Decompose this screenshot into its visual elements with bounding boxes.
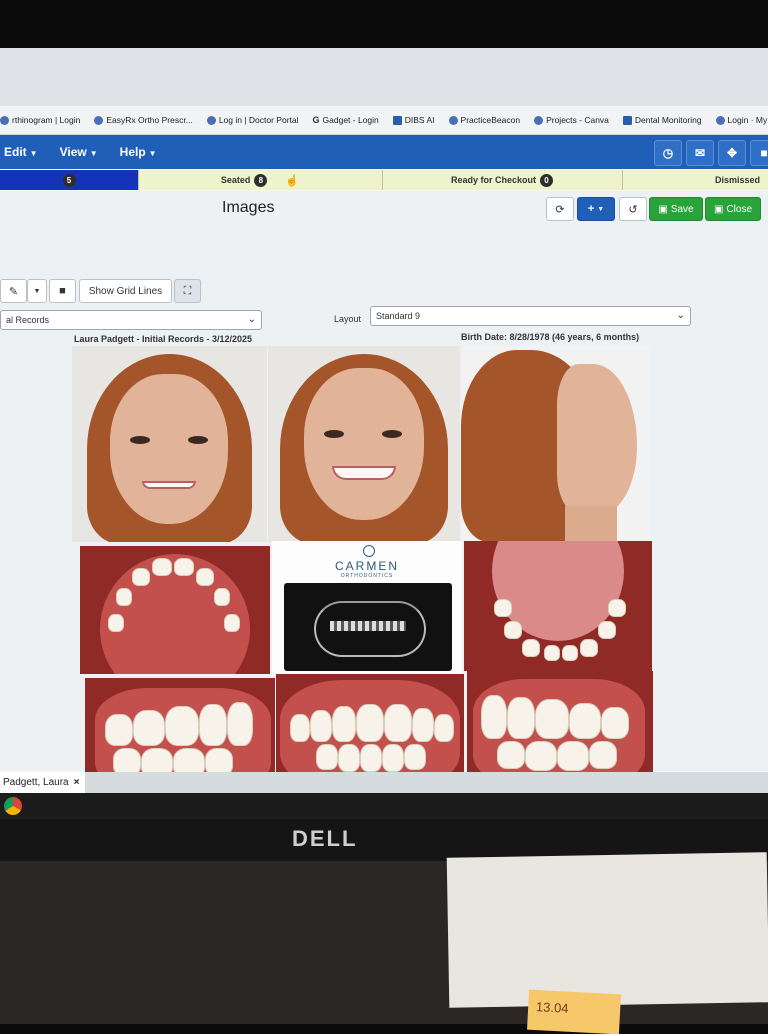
status-segment-first[interactable]: 5	[0, 170, 139, 190]
photo-lower-occlusal[interactable]	[464, 541, 652, 671]
status-dismissed[interactable]: Dismissed	[622, 170, 768, 190]
refresh-button[interactable]: ⟳	[546, 197, 574, 221]
carmen-logo-icon	[363, 545, 375, 557]
bookmark[interactable]: Log in | Doctor Portal	[206, 115, 299, 125]
bookmark[interactable]: G Gadget - Login	[313, 115, 379, 125]
browser-chrome	[0, 48, 768, 106]
dibs-icon	[392, 115, 402, 125]
bookmark[interactable]: DIBS AI	[392, 115, 435, 125]
caret-down-icon: ▼	[33, 287, 41, 295]
photo-frontal-smile[interactable]	[268, 346, 460, 542]
photo-upper-occlusal[interactable]	[80, 546, 270, 674]
chrome-icon[interactable]	[4, 797, 22, 815]
close-tab-icon[interactable]: ×	[74, 777, 80, 788]
cursor-icon: ☝	[285, 174, 300, 187]
windows-taskbar	[0, 793, 768, 819]
bookmark[interactable]: Dental Monitoring	[622, 115, 702, 125]
wand-dropdown-button[interactable]: ▼	[27, 279, 47, 303]
globe-icon	[0, 115, 9, 125]
patient-status-bar: 5 Seated 8 ☝ Ready for Checkout 0 Dismis…	[0, 170, 768, 190]
bookmark[interactable]: EasyRx Ortho Prescr...	[94, 115, 193, 125]
bookmark[interactable]: Login · My iTero	[715, 115, 768, 125]
bookmark[interactable]: rthinogram | Login	[0, 115, 80, 125]
caret-down-icon: ▼	[597, 205, 605, 213]
map-pin-icon	[448, 115, 458, 125]
menu-help[interactable]: Help ▼	[120, 145, 157, 159]
caret-down-icon: ▼	[148, 149, 157, 158]
add-dropdown-button[interactable]: + ▼	[577, 197, 615, 221]
chevron-down-icon: ⌄	[247, 314, 256, 325]
expand-icon[interactable]: ✥	[718, 140, 746, 166]
portal-icon	[206, 115, 216, 125]
lock-button[interactable]: ■	[49, 279, 76, 303]
caret-down-icon: ▼	[29, 149, 38, 158]
gadget-icon: G	[312, 114, 320, 125]
history-icon: ↺	[628, 203, 638, 216]
images-panel: Images ⟳ + ▼ ↺ ▣ Save ▣ Close ✎ ▼ ■ Show Gr…	[0, 191, 768, 793]
easyrx-icon	[94, 115, 104, 125]
monitor-screen: rthinogram | Login EasyRx Ortho Prescr..…	[0, 48, 768, 793]
magic-wand-icon: ✎	[8, 285, 19, 298]
panoramic-panel: CARMEN ORTHODONTICS	[272, 541, 462, 676]
bookmark[interactable]: Projects - Canva	[534, 115, 609, 125]
layout-select[interactable]: Standard 9 ⌄	[370, 306, 691, 326]
close-button[interactable]: ▣ Close	[705, 197, 761, 221]
panoramic-xray[interactable]	[284, 583, 452, 671]
history-button[interactable]: ↺	[619, 197, 647, 221]
bookmarks-bar: rthinogram | Login EasyRx Ortho Prescr..…	[0, 106, 768, 135]
floppy-icon: ▣	[713, 203, 724, 215]
chevron-down-icon: ⌄	[676, 310, 685, 321]
logo-name: CARMEN	[334, 559, 399, 573]
fullscreen-icon: ⛶	[183, 284, 192, 297]
floppy-icon: ▣	[658, 203, 668, 215]
magic-wand-button[interactable]: ✎	[0, 279, 27, 303]
itero-icon	[715, 115, 725, 125]
menu-edit[interactable]: Edit ▼	[4, 145, 38, 159]
mail-icon[interactable]: ✉	[686, 140, 714, 166]
page-title: Images	[222, 199, 275, 216]
status-seated[interactable]: Seated 8 ☝	[138, 170, 383, 190]
birth-date: Birth Date: 8/28/1978 (46 years, 6 month…	[461, 332, 640, 342]
records-select[interactable]: al Records ⌄	[0, 310, 262, 330]
status-ready-for-checkout[interactable]: Ready for Checkout 0	[382, 170, 623, 190]
sticky-note-text: 13.04	[535, 999, 569, 1016]
lock-icon[interactable]: ■	[750, 140, 768, 166]
caret-down-icon: ▼	[89, 149, 98, 158]
canva-icon	[534, 115, 544, 125]
dental-monitoring-icon	[622, 115, 632, 125]
logo-subtitle: ORTHODONTICS	[340, 573, 394, 579]
clock-icon[interactable]: ◷	[654, 140, 682, 166]
show-grid-lines-button[interactable]: Show Grid Lines	[79, 279, 172, 303]
refresh-icon: ⟳	[555, 203, 565, 216]
app-menubar: Edit ▼ View ▼ Help ▼ ◷ ✉ ✥ ■	[0, 135, 768, 169]
patient-record-header: Laura Padgett - Initial Records - 3/12/2…	[74, 334, 253, 344]
save-button[interactable]: ▣ Save	[649, 197, 703, 221]
photo-frontal-face[interactable]	[72, 346, 267, 542]
photo-profile[interactable]	[461, 346, 651, 542]
lock-icon: ■	[59, 285, 66, 297]
patient-tab[interactable]: Padgett, Laura ×	[0, 772, 86, 793]
paper-document	[446, 852, 768, 1008]
patient-tab-bar: Padgett, Laura ×	[0, 772, 768, 793]
fullscreen-button[interactable]: ⛶	[174, 279, 201, 303]
layout-label: Layout	[334, 314, 362, 324]
menu-view[interactable]: View ▼	[60, 145, 98, 159]
bookmark[interactable]: PracticeBeacon	[448, 115, 520, 125]
monitor-brand-logo: DELL	[292, 826, 358, 851]
